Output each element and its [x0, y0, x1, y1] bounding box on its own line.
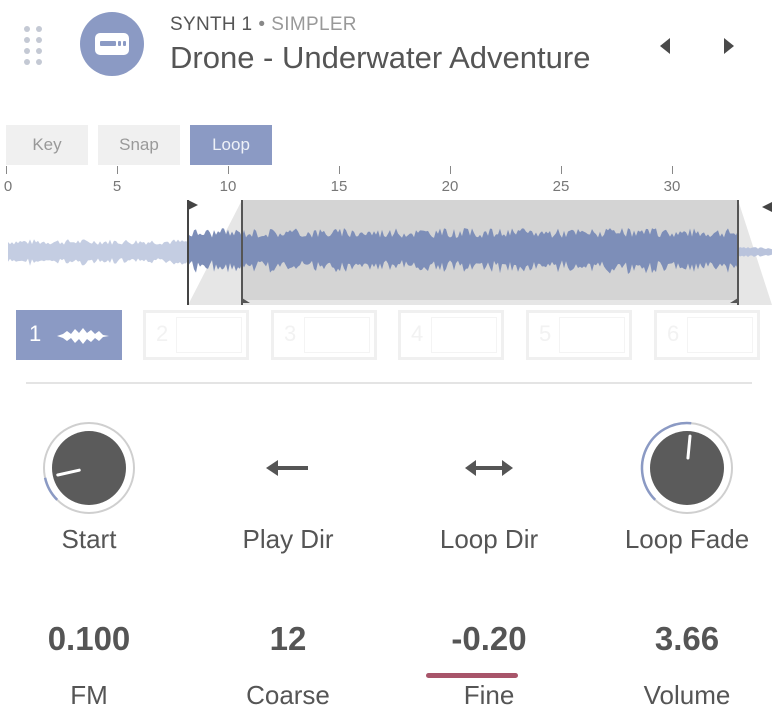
volume-value[interactable]: 3.66 — [607, 620, 767, 658]
coarse-value[interactable]: 12 — [208, 620, 368, 658]
slot-number: 5 — [539, 321, 552, 346]
slot-number: 1 — [29, 321, 42, 346]
slot-number: 4 — [411, 321, 424, 346]
sample-slot-3[interactable]: 3 — [271, 310, 377, 360]
fine-value[interactable]: -0.20 — [409, 620, 569, 658]
waveform-active — [188, 228, 738, 275]
fine-label: Fine — [463, 680, 515, 710]
slot-number: 2 — [156, 321, 169, 346]
tab-snap[interactable]: Snap — [98, 125, 180, 165]
fm-label: FM — [70, 680, 108, 710]
waveform-post-end — [738, 247, 772, 257]
triangle-right-icon[interactable] — [720, 36, 736, 56]
preset-name[interactable]: Drone - Underwater Adventure — [170, 40, 590, 76]
sample-slot-4[interactable]: 4 — [398, 310, 504, 360]
start-label: Start — [61, 524, 117, 554]
waveform-pre-start — [8, 239, 188, 266]
selected-param-indicator — [426, 673, 518, 678]
loop-fade-label: Loop Fade — [624, 524, 750, 554]
fm-value[interactable]: 0.100 — [9, 620, 169, 658]
slot-number: 6 — [667, 321, 680, 346]
device-type: SIMPLER — [271, 14, 357, 35]
tab-key[interactable]: Key — [6, 125, 88, 165]
sample-slot-6[interactable]: 6 — [654, 310, 760, 360]
device-label: SYNTH 1 — [170, 14, 253, 35]
subtitle-separator: • — [258, 14, 266, 35]
arrow-left-right-icon[interactable] — [459, 448, 519, 488]
loop-fade-knob[interactable] — [637, 418, 737, 518]
end-marker-flag — [762, 202, 772, 212]
loop-fade-knob-pointer — [686, 434, 692, 460]
loop-dir-label: Loop Dir — [439, 524, 539, 554]
device-subtitle: SYNTH 1 • SIMPLER — [170, 14, 357, 36]
triangle-left-icon[interactable] — [658, 36, 674, 56]
arrow-left-icon[interactable] — [260, 448, 320, 488]
play-dir-label: Play Dir — [242, 524, 334, 554]
sampler-card-icon[interactable] — [80, 12, 144, 76]
waveform-display[interactable] — [0, 190, 776, 310]
sample-slot-1[interactable]: 1 — [16, 310, 122, 360]
slot-number: 3 — [284, 321, 297, 346]
drag-handle-icon[interactable] — [24, 26, 48, 66]
coarse-label: Coarse — [246, 680, 330, 710]
start-marker-flag — [188, 200, 198, 210]
sample-slot-5[interactable]: 5 — [526, 310, 632, 360]
sample-waveform-icon — [57, 328, 109, 344]
volume-label: Volume — [643, 680, 731, 710]
sample-slot-2[interactable]: 2 — [143, 310, 249, 360]
section-divider — [26, 382, 752, 384]
start-knob[interactable] — [39, 418, 139, 518]
tab-loop[interactable]: Loop — [190, 125, 272, 165]
